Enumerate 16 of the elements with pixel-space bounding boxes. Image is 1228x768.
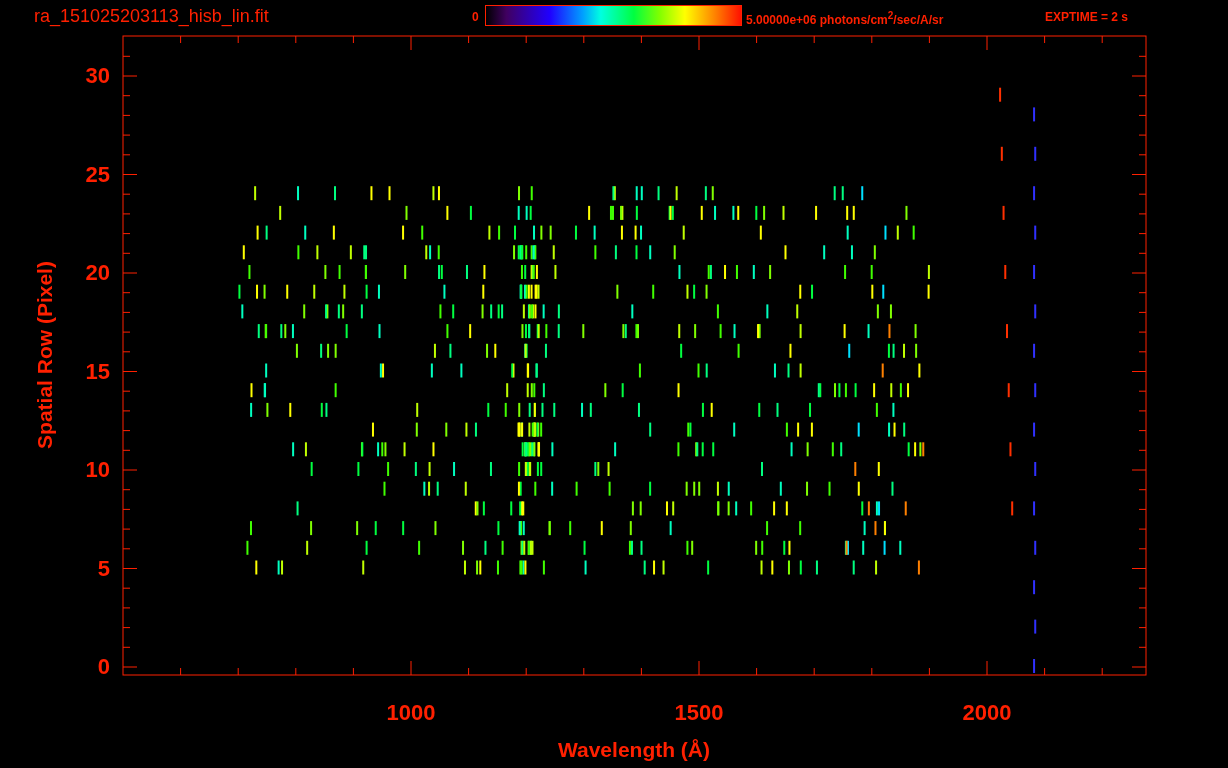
y-tick-label: 5 bbox=[97, 555, 110, 582]
colorbar-max-label: 5.00000e+06 photons/cm$^{2}$/sec/A/sr bbox=[746, 10, 944, 27]
y-tick-label: 0 bbox=[97, 654, 110, 680]
colorbar-min-label: 0 bbox=[472, 10, 479, 24]
y-tick-label: 10 bbox=[85, 457, 110, 483]
x-tick-label: 2000 bbox=[961, 700, 1013, 726]
y-axis-label: Spatial Row (Pixel) bbox=[33, 261, 57, 449]
exposure-time: EXPTIME = 2 s bbox=[1045, 10, 1129, 24]
x-tick-label: 1500 bbox=[673, 700, 725, 726]
y-tick-label: 25 bbox=[85, 161, 110, 188]
x-axis-label: Wavelength (Å) bbox=[557, 738, 711, 762]
y-tick-label: 30 bbox=[85, 63, 110, 89]
x-tick-label: 1000 bbox=[385, 700, 437, 726]
file-title: ra_151025203113_hisb_lin.fit bbox=[34, 6, 269, 27]
y-tick-label: 15 bbox=[85, 358, 110, 385]
y-tick-label: 20 bbox=[85, 260, 110, 286]
